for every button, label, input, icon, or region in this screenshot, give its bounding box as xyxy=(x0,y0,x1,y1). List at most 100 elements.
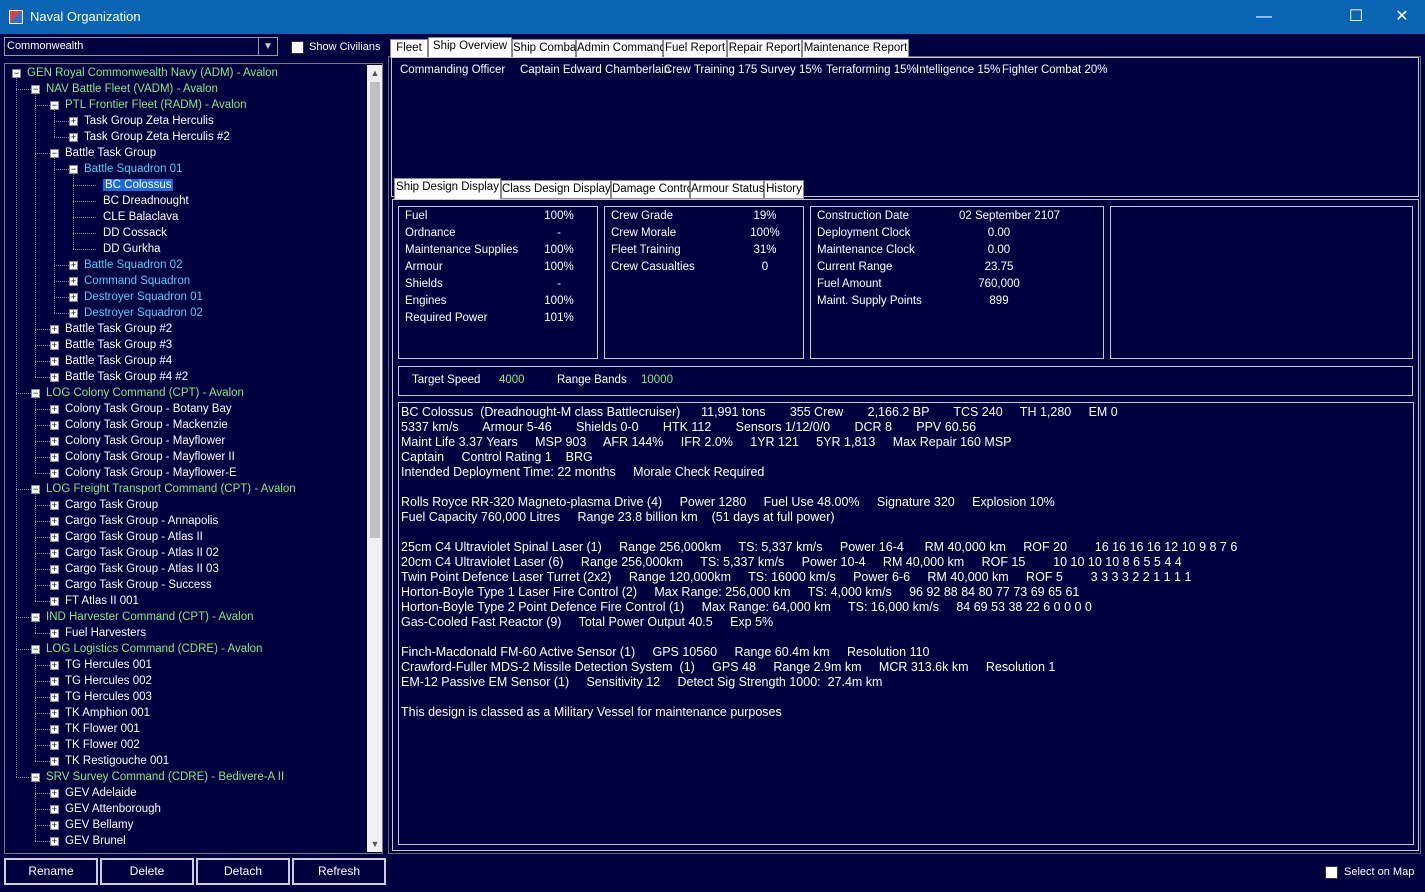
tree-node[interactable]: Task Group Zeta Herculis xyxy=(84,113,214,129)
tree-node[interactable]: LOG Colony Command (CPT) - Avalon xyxy=(46,385,244,401)
tree-node[interactable]: Battle Task Group xyxy=(65,145,156,161)
tree-node[interactable]: GEN Royal Commonwealth Navy (ADM) - Aval… xyxy=(27,65,278,81)
tab-ship-design-display[interactable]: Ship Design Display xyxy=(394,178,501,199)
tree-node[interactable]: Colony Task Group - Mackenzie xyxy=(65,417,228,433)
tab-fleet[interactable]: Fleet xyxy=(390,39,428,58)
expand-icon[interactable]: + xyxy=(69,277,78,286)
select-on-map-checkbox[interactable] xyxy=(1325,866,1338,879)
tab-class-design-display[interactable]: Class Design Display xyxy=(501,180,611,199)
tab-history[interactable]: History xyxy=(764,180,804,199)
collapse-icon[interactable]: − xyxy=(31,389,40,398)
collapse-icon[interactable]: − xyxy=(69,165,78,174)
expand-icon[interactable]: + xyxy=(50,677,59,686)
expand-icon[interactable]: + xyxy=(69,133,78,142)
tree-node[interactable]: Battle Squadron 02 xyxy=(84,257,182,273)
tree-node[interactable]: Fuel Harvesters xyxy=(65,625,146,641)
tab-armour-status[interactable]: Armour Status xyxy=(690,180,765,199)
expand-icon[interactable]: + xyxy=(50,709,59,718)
tree-node[interactable]: CLE Balaclava xyxy=(103,209,178,225)
tree-node[interactable]: Colony Task Group - Mayflower II xyxy=(65,449,235,465)
tree-node[interactable]: Cargo Task Group - Atlas II 02 xyxy=(65,545,219,561)
tab-repair-report[interactable]: Repair Report xyxy=(727,39,802,58)
expand-icon[interactable]: + xyxy=(50,533,59,542)
tree-node[interactable]: GEV Adelaide xyxy=(65,785,137,801)
tab-fuel-report[interactable]: Fuel Report xyxy=(663,39,727,58)
tree-node[interactable]: Command Squadron xyxy=(84,273,190,289)
expand-icon[interactable]: + xyxy=(50,597,59,606)
tree-node[interactable]: Battle Task Group #4 xyxy=(65,353,172,369)
tab-admin-command[interactable]: Admin Command xyxy=(576,39,666,58)
tree-node[interactable]: Battle Task Group #4 #2 xyxy=(65,369,188,385)
collapse-icon[interactable]: − xyxy=(50,101,59,110)
expand-icon[interactable]: + xyxy=(50,357,59,366)
range-bands-value[interactable]: 10000 xyxy=(641,374,673,386)
tree-node[interactable]: LOG Freight Transport Command (CPT) - Av… xyxy=(46,481,296,497)
expand-icon[interactable]: + xyxy=(50,789,59,798)
tree-node[interactable]: Cargo Task Group - Atlas II 03 xyxy=(65,561,219,577)
tree-node[interactable]: DD Gurkha xyxy=(103,241,161,257)
expand-icon[interactable]: + xyxy=(50,661,59,670)
tree-node[interactable]: Battle Squadron 01 xyxy=(84,161,182,177)
expand-icon[interactable]: + xyxy=(50,565,59,574)
expand-icon[interactable]: + xyxy=(69,261,78,270)
minimize-button[interactable]: — xyxy=(1241,0,1287,34)
refresh-button[interactable]: Refresh xyxy=(292,858,386,885)
tree-node[interactable]: TK Amphion 001 xyxy=(65,705,150,721)
rename-button[interactable]: Rename xyxy=(4,858,98,885)
expand-icon[interactable]: + xyxy=(50,469,59,478)
tree-node[interactable]: GEV Attenborough xyxy=(65,801,161,817)
expand-icon[interactable]: + xyxy=(50,581,59,590)
scroll-thumb[interactable] xyxy=(370,82,380,538)
expand-icon[interactable]: + xyxy=(69,293,78,302)
tree-node[interactable]: LOG Logistics Command (CDRE) - Avalon xyxy=(46,641,262,657)
tree-node[interactable]: TG Hercules 002 xyxy=(65,673,152,689)
delete-button[interactable]: Delete xyxy=(100,858,194,885)
expand-icon[interactable]: + xyxy=(50,453,59,462)
scroll-down-icon[interactable]: ▼ xyxy=(367,836,382,852)
chevron-down-icon[interactable]: ▼ xyxy=(258,38,277,55)
tree-node[interactable]: Cargo Task Group - Success xyxy=(65,577,212,593)
tree-node[interactable]: BC Dreadnought xyxy=(103,193,189,209)
tree-node[interactable]: Task Group Zeta Herculis #2 xyxy=(84,129,230,145)
tree-node[interactable]: TK Restigouche 001 xyxy=(65,753,169,769)
tree-node[interactable]: Battle Task Group #3 xyxy=(65,337,172,353)
expand-icon[interactable]: + xyxy=(50,629,59,638)
scroll-up-icon[interactable]: ▲ xyxy=(367,65,382,81)
expand-icon[interactable]: + xyxy=(50,341,59,350)
tree-node[interactable]: Colony Task Group - Mayflower xyxy=(65,433,225,449)
tree-node[interactable]: Colony Task Group - Mayflower-E xyxy=(65,465,237,481)
expand-icon[interactable]: + xyxy=(50,725,59,734)
expand-icon[interactable]: + xyxy=(50,741,59,750)
collapse-icon[interactable]: − xyxy=(31,85,40,94)
collapse-icon[interactable]: − xyxy=(31,645,40,654)
expand-icon[interactable]: + xyxy=(50,693,59,702)
tree-node[interactable]: GEV Bellamy xyxy=(65,817,133,833)
tab-damage-control[interactable]: Damage Control xyxy=(611,180,696,199)
tree-node[interactable]: NAV Battle Fleet (VADM) - Avalon xyxy=(46,81,218,97)
expand-icon[interactable]: + xyxy=(50,405,59,414)
target-speed-value[interactable]: 4000 xyxy=(499,374,525,386)
tree-node[interactable]: Colony Task Group - Botany Bay xyxy=(65,401,232,417)
expand-icon[interactable]: + xyxy=(50,757,59,766)
detach-button[interactable]: Detach xyxy=(196,858,290,885)
tree-node[interactable]: FT Atlas II 001 xyxy=(65,593,139,609)
tree-node[interactable]: TG Hercules 001 xyxy=(65,657,152,673)
close-button[interactable]: ✕ xyxy=(1379,0,1425,34)
tree-node[interactable]: DD Cossack xyxy=(103,225,167,241)
collapse-icon[interactable]: − xyxy=(31,485,40,494)
tree-node[interactable]: TK Flower 002 xyxy=(65,737,140,753)
tree-node[interactable]: Cargo Task Group - Atlas II xyxy=(65,529,203,545)
expand-icon[interactable]: + xyxy=(50,501,59,510)
tree-node[interactable]: SRV Survey Command (CDRE) - Bedivere-A I… xyxy=(46,769,284,785)
tree-scrollbar[interactable]: ▲ ▼ xyxy=(367,65,382,852)
tree-node[interactable]: IND Harvester Command (CPT) - Avalon xyxy=(46,609,253,625)
expand-icon[interactable]: + xyxy=(69,309,78,318)
tree-node[interactable]: Cargo Task Group xyxy=(65,497,158,513)
collapse-icon[interactable]: − xyxy=(31,613,40,622)
tab-maintenance-report[interactable]: Maintenance Report xyxy=(802,39,909,58)
expand-icon[interactable]: + xyxy=(50,549,59,558)
show-civilians-checkbox[interactable] xyxy=(291,41,304,54)
tree-node[interactable]: Destroyer Squadron 01 xyxy=(84,289,203,305)
tab-ship-overview[interactable]: Ship Overview xyxy=(428,37,512,58)
race-select[interactable]: Commonwealth ▼ xyxy=(4,37,278,56)
